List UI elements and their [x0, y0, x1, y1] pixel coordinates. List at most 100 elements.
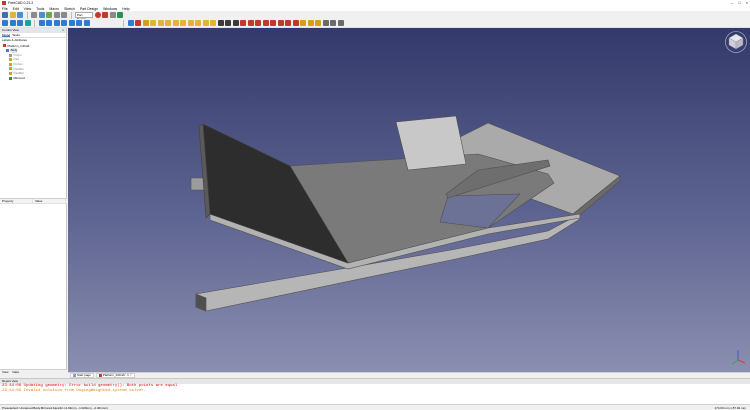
- measure-clear-icon[interactable]: [99, 20, 105, 26]
- part-design-tool-icon[interactable]: [262, 20, 269, 26]
- tree-item-icon: [9, 76, 12, 80]
- part-design-tool-icon[interactable]: [292, 20, 299, 26]
- rear-view-icon[interactable]: [68, 20, 75, 26]
- tree-item[interactable]: Mirrored: [0, 76, 66, 81]
- undo-icon[interactable]: [53, 12, 60, 18]
- tab-view[interactable]: View: [2, 370, 8, 374]
- tree-item-icon: [9, 53, 12, 57]
- fit-all-icon[interactable]: [2, 20, 8, 26]
- tree-section-label: Labels & Attributes: [2, 38, 28, 42]
- part-design-tool-icon[interactable]: [150, 20, 156, 26]
- cut-icon[interactable]: [31, 12, 37, 18]
- menu-edit[interactable]: Edit: [13, 7, 19, 11]
- part-design-tool-icon[interactable]: [285, 20, 291, 26]
- status-bar: Preselected: Unnamed.Body.Mirrored.Face3…: [0, 404, 750, 410]
- part-design-tool-icon[interactable]: [142, 20, 149, 26]
- workbench-selector[interactable]: Part Design: [75, 12, 93, 21]
- part-design-tool-icon[interactable]: [202, 20, 209, 26]
- toolbar-separator: [26, 11, 28, 19]
- part-design-tool-icon[interactable]: [127, 20, 134, 26]
- report-view: Report view 23:44:08 Updating geometry: …: [0, 378, 750, 404]
- copy-icon[interactable]: [38, 12, 45, 18]
- left-view-icon[interactable]: [83, 20, 90, 26]
- property-tabs: View Data: [0, 369, 67, 374]
- macro-run-icon[interactable]: [117, 12, 123, 18]
- sync-view-icon[interactable]: [24, 20, 31, 26]
- tree-item-icon: [9, 67, 12, 71]
- part-icon[interactable]: [106, 20, 112, 26]
- navigation-cube[interactable]: [724, 30, 748, 54]
- macro-edit-icon[interactable]: [109, 12, 116, 18]
- part-design-tool-icon[interactable]: [217, 20, 224, 26]
- part-design-tool-icon[interactable]: [307, 20, 314, 26]
- menu-view[interactable]: View: [24, 7, 32, 11]
- menu-file[interactable]: File: [2, 7, 8, 11]
- macro-stop-icon[interactable]: [102, 12, 108, 18]
- part-design-tool-icon[interactable]: [165, 20, 171, 26]
- part-design-tool-icon[interactable]: [157, 20, 164, 26]
- model-scene[interactable]: [68, 28, 750, 374]
- measure-icon[interactable]: [91, 20, 97, 26]
- paste-icon[interactable]: [46, 12, 52, 18]
- open-document-icon[interactable]: [9, 12, 16, 18]
- part-design-tool-icon[interactable]: [315, 20, 321, 26]
- 3d-viewport[interactable]: [68, 28, 750, 374]
- property-column-header[interactable]: Property: [0, 199, 33, 203]
- menu-sketch[interactable]: Sketch: [64, 7, 75, 11]
- freecad-window: FreeCAD 0.21.2 – □ × File Edit View Tool…: [0, 0, 750, 410]
- panel-close-icon[interactable]: ×: [62, 28, 64, 33]
- part-design-tool-icon[interactable]: [240, 20, 246, 26]
- window-title: FreeCAD 0.21.2: [8, 1, 34, 5]
- part-design-tool-icon[interactable]: [187, 20, 194, 26]
- fit-selection-icon[interactable]: [9, 20, 16, 26]
- part-design-tool-icon[interactable]: [337, 20, 344, 26]
- part-design-tool-icon[interactable]: [172, 20, 179, 26]
- tab-data[interactable]: Data: [12, 370, 18, 374]
- new-document-icon[interactable]: [2, 12, 8, 18]
- part-design-tool-icon[interactable]: [180, 20, 186, 26]
- value-column-header[interactable]: Value: [33, 199, 66, 203]
- tree-item-icon: [9, 58, 12, 62]
- redo-icon[interactable]: [61, 12, 67, 18]
- part-design-tool-icon[interactable]: [270, 20, 276, 26]
- part-design-tool-icon[interactable]: [247, 20, 254, 26]
- status-dimensions: 174.63 mm x 87.92 mm: [714, 406, 746, 410]
- part-design-tool-icon[interactable]: [255, 20, 261, 26]
- menu-part-design[interactable]: Part Design: [80, 7, 98, 11]
- macro-record-icon[interactable]: [94, 12, 101, 18]
- menu-windows[interactable]: Windows: [103, 7, 117, 11]
- start-page-icon: [73, 374, 76, 377]
- group-icon[interactable]: [114, 20, 120, 26]
- part-design-tool-icon[interactable]: [277, 20, 284, 26]
- report-line-warning: 23:44:08 Invalid solution from DogLegWei…: [2, 389, 147, 393]
- model-tree: Platform_InDraft Body Origin Pad Pocket Pad00…: [0, 43, 66, 81]
- tree-item-icon: [9, 71, 12, 75]
- tree-item-icon: [9, 62, 12, 66]
- menu-tools[interactable]: Tools: [36, 7, 44, 11]
- part-design-tool-icon[interactable]: [232, 20, 239, 26]
- model-raised-tab[interactable]: [395, 115, 467, 171]
- top-view-icon[interactable]: [53, 20, 60, 26]
- front-view-icon[interactable]: [46, 20, 52, 26]
- view-and-partdesign-toolbar: [0, 19, 750, 28]
- menu-macro[interactable]: Macro: [49, 7, 59, 11]
- part-design-tool-icon[interactable]: [300, 20, 306, 26]
- part-design-tool-icon[interactable]: [322, 20, 329, 26]
- tree-item-icon: [6, 48, 9, 52]
- part-design-tool-icon[interactable]: [210, 20, 216, 26]
- part-design-tool-icon[interactable]: [330, 20, 336, 26]
- isometric-view-icon[interactable]: [38, 20, 45, 26]
- right-view-icon[interactable]: [61, 20, 67, 26]
- tab-tasks[interactable]: Tasks: [12, 33, 20, 37]
- combo-view-panel: Combo View × Model Tasks Labels & Attrib…: [0, 28, 67, 374]
- part-design-tool-icon[interactable]: [135, 20, 141, 26]
- tab-model[interactable]: Model: [2, 33, 11, 37]
- axis-cross: [731, 350, 746, 365]
- part-design-tool-icon[interactable]: [225, 20, 231, 26]
- part-design-tool-icon[interactable]: [195, 20, 201, 26]
- save-document-icon[interactable]: [17, 12, 23, 18]
- freecad-document-icon: [98, 374, 102, 377]
- bottom-view-icon[interactable]: [76, 20, 82, 26]
- draw-style-icon[interactable]: [17, 20, 23, 26]
- menu-help[interactable]: Help: [122, 7, 129, 11]
